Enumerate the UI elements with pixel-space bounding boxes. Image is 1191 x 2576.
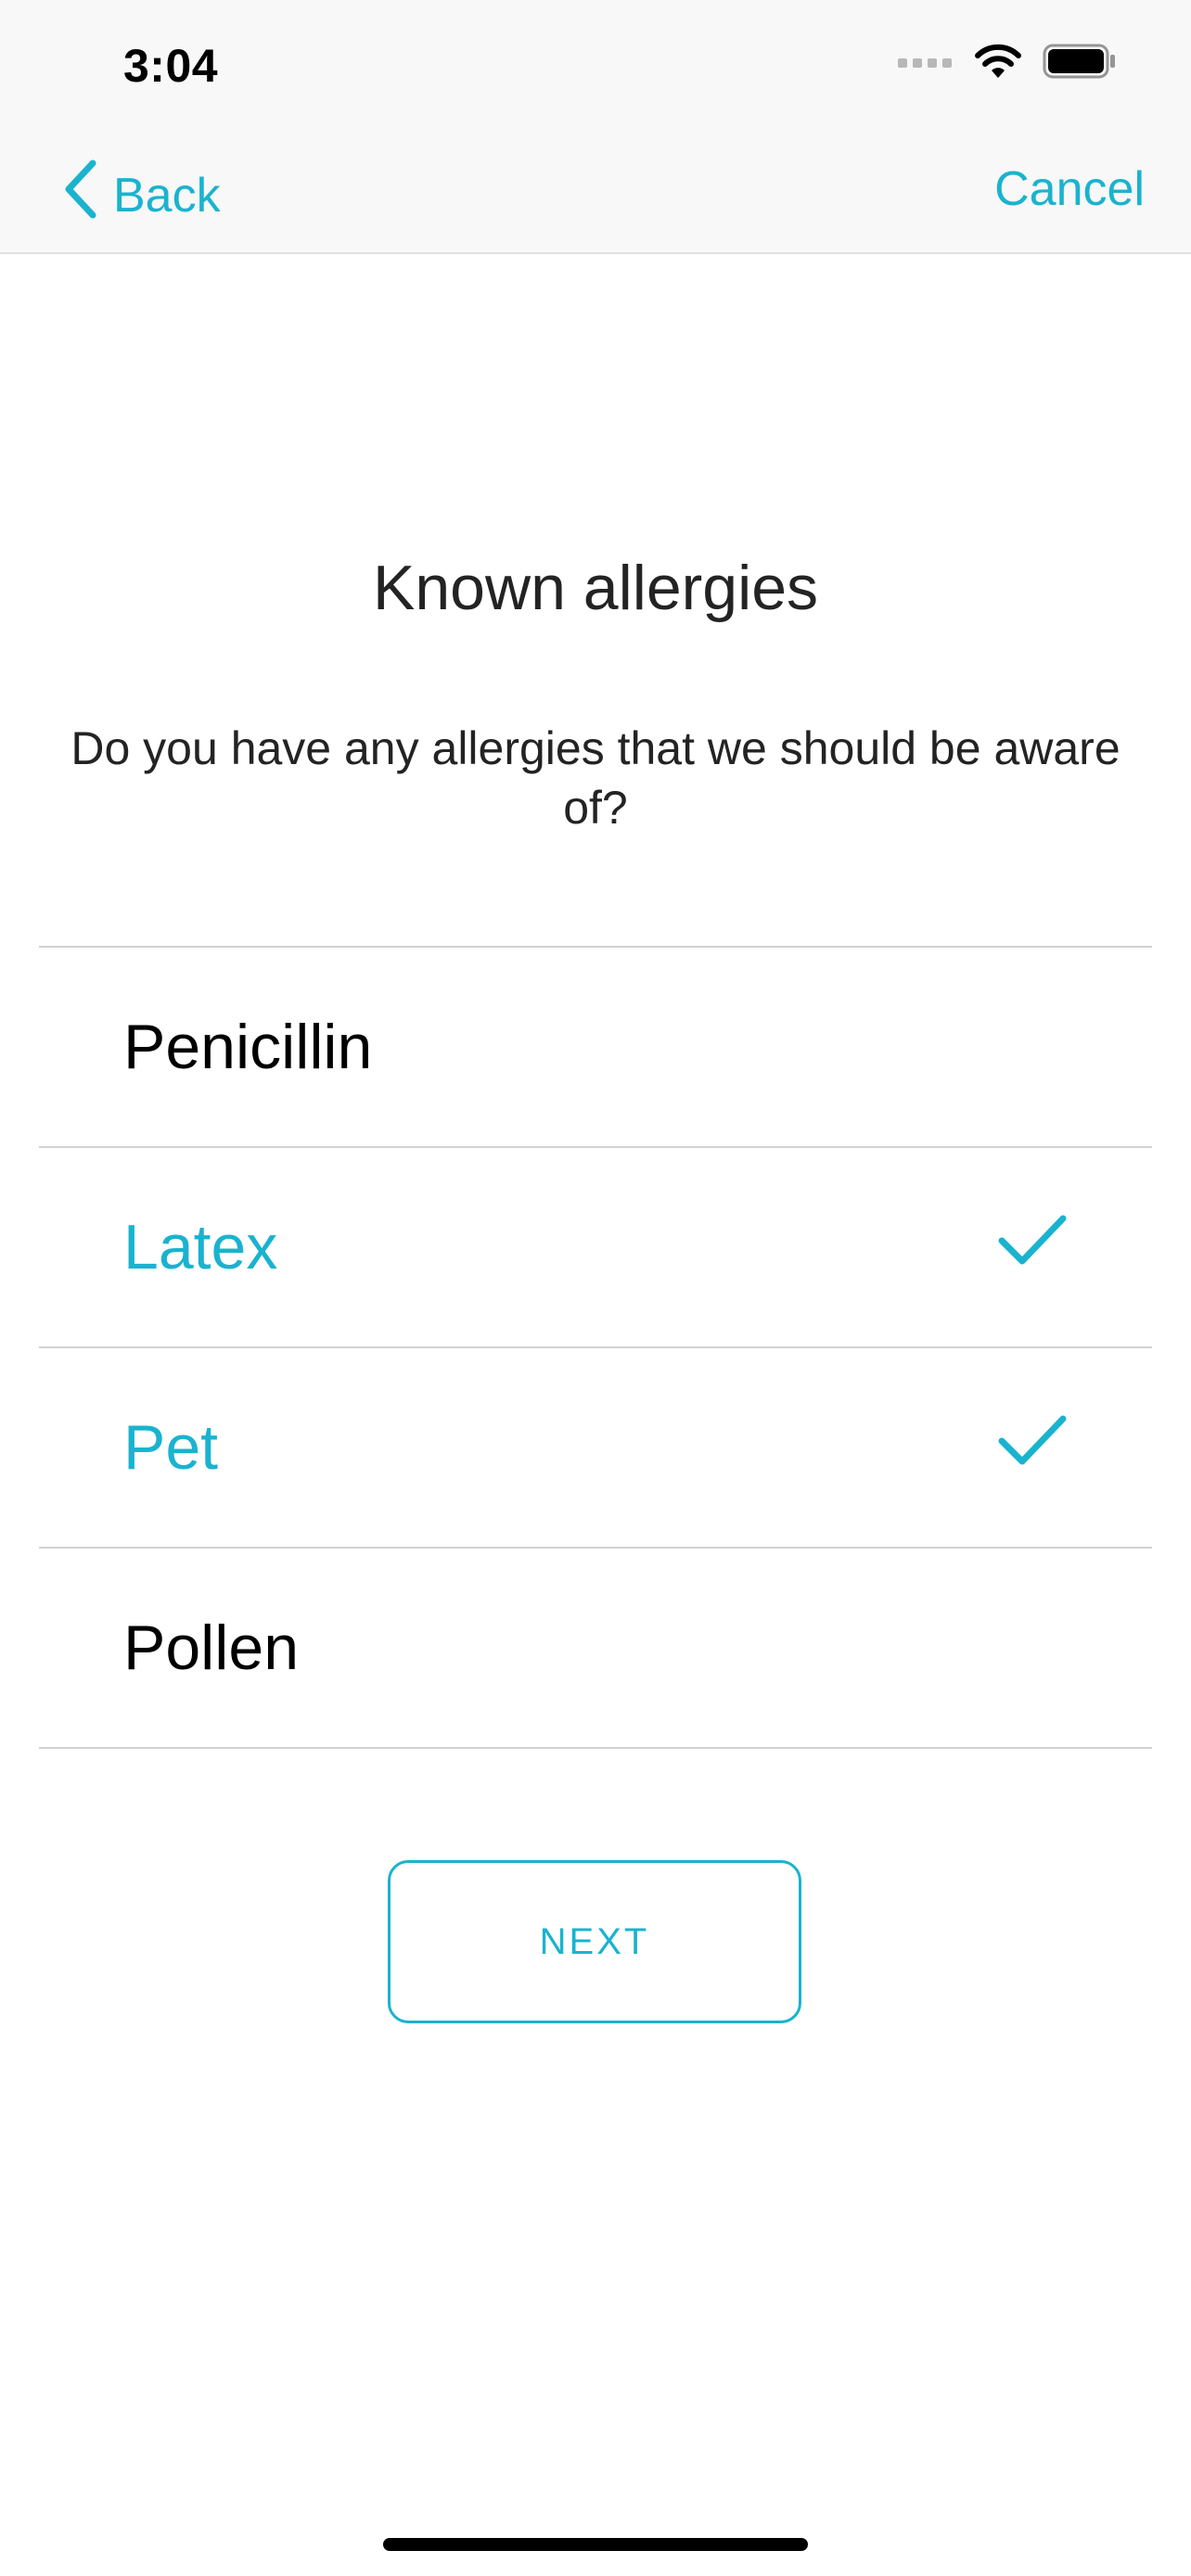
allergy-list: Penicillin Latex Pet Pollen bbox=[39, 946, 1152, 1749]
allergy-label: Pollen bbox=[123, 1613, 300, 1683]
cellular-signal-icon bbox=[898, 54, 954, 73]
allergy-label: Pet bbox=[123, 1412, 219, 1483]
allergy-row-pollen[interactable]: Pollen bbox=[39, 1549, 1152, 1749]
page-subtitle: Do you have any allergies that we should… bbox=[70, 722, 1121, 834]
allergy-row-latex[interactable]: Latex bbox=[39, 1148, 1152, 1348]
wifi-icon bbox=[974, 43, 1022, 84]
battery-icon bbox=[1043, 44, 1117, 83]
back-button[interactable]: Back bbox=[63, 159, 221, 231]
allergy-label: Latex bbox=[123, 1212, 278, 1282]
home-indicator[interactable] bbox=[383, 2538, 808, 2551]
cancel-button[interactable]: Cancel bbox=[994, 161, 1145, 217]
top-bar: 3:04 Back Cancel bbox=[0, 0, 1191, 254]
status-time: 3:04 bbox=[123, 40, 219, 92]
status-icons bbox=[898, 43, 1117, 84]
checkmark-icon bbox=[998, 1415, 1067, 1472]
checkmark-icon bbox=[998, 1215, 1067, 1271]
back-label: Back bbox=[113, 168, 221, 223]
allergy-label: Penicillin bbox=[123, 1012, 373, 1082]
page-title: Known allergies bbox=[372, 553, 819, 623]
allergy-row-penicillin[interactable]: Penicillin bbox=[39, 948, 1152, 1148]
allergy-row-pet[interactable]: Pet bbox=[39, 1348, 1152, 1549]
chevron-left-icon bbox=[63, 159, 100, 231]
next-button[interactable]: NEXT bbox=[388, 1860, 801, 2023]
